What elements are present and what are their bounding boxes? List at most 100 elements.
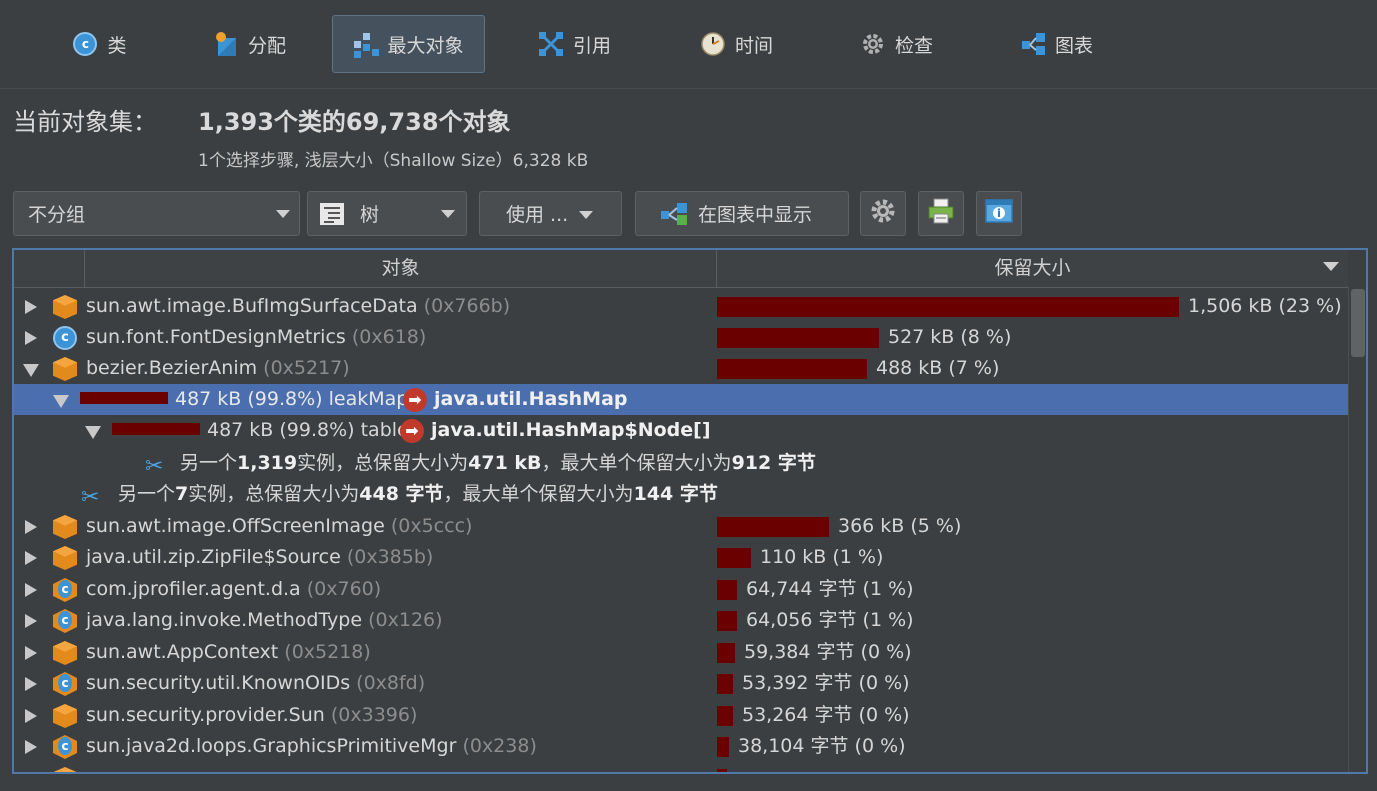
object-icon bbox=[53, 357, 77, 381]
view-mode-value: 树 bbox=[360, 204, 380, 226]
table-row[interactable]: sun.security.util.KnownOIDs (0x8fd) 53,3… bbox=[14, 668, 1348, 699]
object-address: (0x5218) bbox=[284, 641, 371, 663]
expand-arrow-icon[interactable] bbox=[25, 646, 37, 660]
grouping-dropdown[interactable]: 不分组 bbox=[13, 191, 300, 236]
expand-arrow-icon[interactable] bbox=[25, 709, 37, 723]
reference-label: 487 kB (99.8%) table bbox=[207, 419, 409, 441]
object-name: java.lang.invoke.MethodType bbox=[86, 609, 363, 631]
expand-arrow-icon[interactable] bbox=[25, 677, 37, 691]
grouping-value: 不分组 bbox=[28, 204, 86, 226]
column-header-object[interactable]: 对象 bbox=[85, 250, 717, 287]
retained-size-bar bbox=[717, 706, 733, 726]
scrollbar-thumb[interactable] bbox=[1351, 289, 1365, 357]
table-row[interactable]: sun.awt.AppContext (0x5218) 59,384 字节 (0… bbox=[14, 637, 1348, 668]
retained-size-bar bbox=[717, 580, 737, 600]
object-address: (0x238) bbox=[462, 735, 537, 757]
table-row[interactable]: java.lang.invoke.MethodType (0x126) 64,0… bbox=[14, 605, 1348, 636]
table-row[interactable]: sun.java2d.loops.GraphicsPrimitiveMgr (0… bbox=[14, 731, 1348, 762]
note-text: 另一个 bbox=[180, 452, 238, 474]
object-address: (0x385b) bbox=[346, 546, 434, 568]
retained-size-value: 527 kB (8 %) bbox=[888, 326, 1012, 348]
tab-label: 分配 bbox=[247, 34, 286, 57]
table-row[interactable]: c sun.font.FontDesignMetrics (0x618) 527… bbox=[14, 322, 1348, 353]
retained-size-bar bbox=[80, 392, 168, 404]
chevron-down-icon bbox=[276, 210, 290, 218]
expand-arrow-icon[interactable] bbox=[25, 583, 37, 597]
object-address: (0x618) bbox=[351, 326, 427, 348]
retained-size-value: 53,264 字节 (0 %) bbox=[742, 704, 910, 726]
object-icon bbox=[53, 767, 77, 772]
tab-allocations[interactable]: 分配 bbox=[195, 15, 305, 73]
table-row[interactable]: bezier.BezierAnim (0x5217) 488 kB (7 %) bbox=[14, 353, 1348, 384]
printer-icon bbox=[927, 197, 955, 230]
sort-descending-icon bbox=[1323, 262, 1339, 271]
collapse-arrow-icon[interactable] bbox=[23, 364, 39, 377]
tab-label: 图表 bbox=[1054, 34, 1093, 57]
note-text: ，最大单个保留大小为 bbox=[443, 483, 634, 505]
references-icon bbox=[538, 32, 563, 56]
table-row[interactable]: sun.awt.image.BufImgSurfaceData (0x766b)… bbox=[14, 291, 1348, 322]
info-button[interactable] bbox=[976, 191, 1022, 236]
object-address: (0x5ccc) bbox=[390, 515, 473, 537]
table-row-selected[interactable]: 487 kB (99.8%) leakMap ➡ java.util.HashM… bbox=[14, 384, 1348, 415]
info-window-icon bbox=[985, 198, 1013, 229]
table-row[interactable]: com.jprofiler.agent.d.a (0x760) 64,744 字… bbox=[14, 574, 1348, 605]
expand-arrow-icon[interactable] bbox=[25, 740, 37, 754]
table-row[interactable]: java.util.zip.ZipFile$Source (0x385b) 11… bbox=[14, 542, 1348, 573]
expand-arrow-icon[interactable] bbox=[25, 551, 37, 565]
vertical-scrollbar[interactable] bbox=[1348, 287, 1366, 772]
cut-off-summary-row: ✂ 另一个1,319实例，总保留大小为471 kB，最大单个保留大小为912 字… bbox=[14, 448, 1348, 479]
inspection-button[interactable] bbox=[860, 191, 906, 236]
retained-size-bar bbox=[717, 611, 737, 631]
retained-size-value: 64,744 字节 (1 %) bbox=[746, 578, 914, 600]
tab-classes[interactable]: c 类 bbox=[45, 15, 155, 73]
tab-graph[interactable]: 图表 bbox=[1002, 15, 1112, 73]
chevron-down-icon bbox=[441, 210, 455, 218]
header-icon-column bbox=[14, 250, 85, 287]
note-count: 7 bbox=[175, 483, 189, 505]
table-row[interactable]: 487 kB (99.8%) table ➡ java.util.HashMap… bbox=[14, 415, 1348, 446]
retained-size-value: 110 kB (1 %) bbox=[760, 546, 884, 568]
expand-arrow-icon[interactable] bbox=[25, 331, 37, 345]
class-icon: c bbox=[53, 326, 77, 350]
tab-inspections[interactable]: 检查 bbox=[842, 15, 952, 73]
retained-size-bar bbox=[717, 548, 751, 568]
expand-arrow-icon[interactable] bbox=[25, 520, 37, 534]
retained-size-value: 53,392 字节 (0 %) bbox=[742, 672, 910, 694]
tab-label: 最大对象 bbox=[387, 34, 464, 57]
scissors-icon: ✂ bbox=[81, 485, 100, 510]
object-address: (0x760) bbox=[306, 578, 382, 600]
note-total-size: 448 字节 bbox=[359, 483, 444, 505]
print-button[interactable] bbox=[918, 191, 964, 236]
class-object-icon bbox=[53, 609, 77, 633]
column-header-retained-size[interactable]: 保留大小 bbox=[717, 250, 1348, 287]
retained-size-value: 488 kB (7 %) bbox=[876, 357, 1000, 379]
tab-label: 引用 bbox=[572, 34, 611, 57]
chevron-down-icon bbox=[579, 211, 593, 219]
reference-arrow-icon: ➡ bbox=[400, 419, 424, 443]
collapse-arrow-icon[interactable] bbox=[53, 395, 69, 408]
object-set-details: 1个选择步骤, 浅层大小（Shallow Size）6,328 kB bbox=[198, 151, 589, 171]
show-in-graph-label: 在图表中显示 bbox=[698, 204, 813, 226]
tab-biggest-objects[interactable]: 最大对象 bbox=[332, 15, 485, 73]
class-object-icon bbox=[53, 672, 77, 696]
retained-size-bar bbox=[717, 359, 867, 379]
collapse-arrow-icon[interactable] bbox=[85, 426, 101, 439]
table-row[interactable]: sun.awt.image.OffScreenImage (0x5ccc) 36… bbox=[14, 511, 1348, 542]
use-dropdown-button[interactable]: 使用 ... bbox=[479, 191, 622, 236]
object-name: sun.font.FontDesignMetrics bbox=[86, 326, 346, 348]
reference-target: java.util.HashMap bbox=[434, 388, 628, 410]
tab-label: 类 bbox=[107, 34, 127, 57]
expand-arrow-icon[interactable] bbox=[25, 300, 37, 314]
table-row-partial[interactable] bbox=[14, 763, 1348, 774]
expand-arrow-icon[interactable] bbox=[25, 772, 37, 774]
expand-arrow-icon[interactable] bbox=[25, 614, 37, 628]
view-mode-dropdown[interactable]: 树 bbox=[307, 191, 467, 236]
note-max-size: 912 字节 bbox=[731, 452, 816, 474]
object-address: (0x5217) bbox=[263, 357, 350, 379]
show-in-graph-button[interactable]: 在图表中显示 bbox=[635, 191, 849, 236]
tab-time[interactable]: 时间 bbox=[682, 15, 792, 73]
table-row[interactable]: sun.security.provider.Sun (0x3396) 53,26… bbox=[14, 700, 1348, 731]
tab-references[interactable]: 引用 bbox=[520, 15, 630, 73]
reference-label: 487 kB (99.8%) leakMap bbox=[175, 388, 409, 410]
